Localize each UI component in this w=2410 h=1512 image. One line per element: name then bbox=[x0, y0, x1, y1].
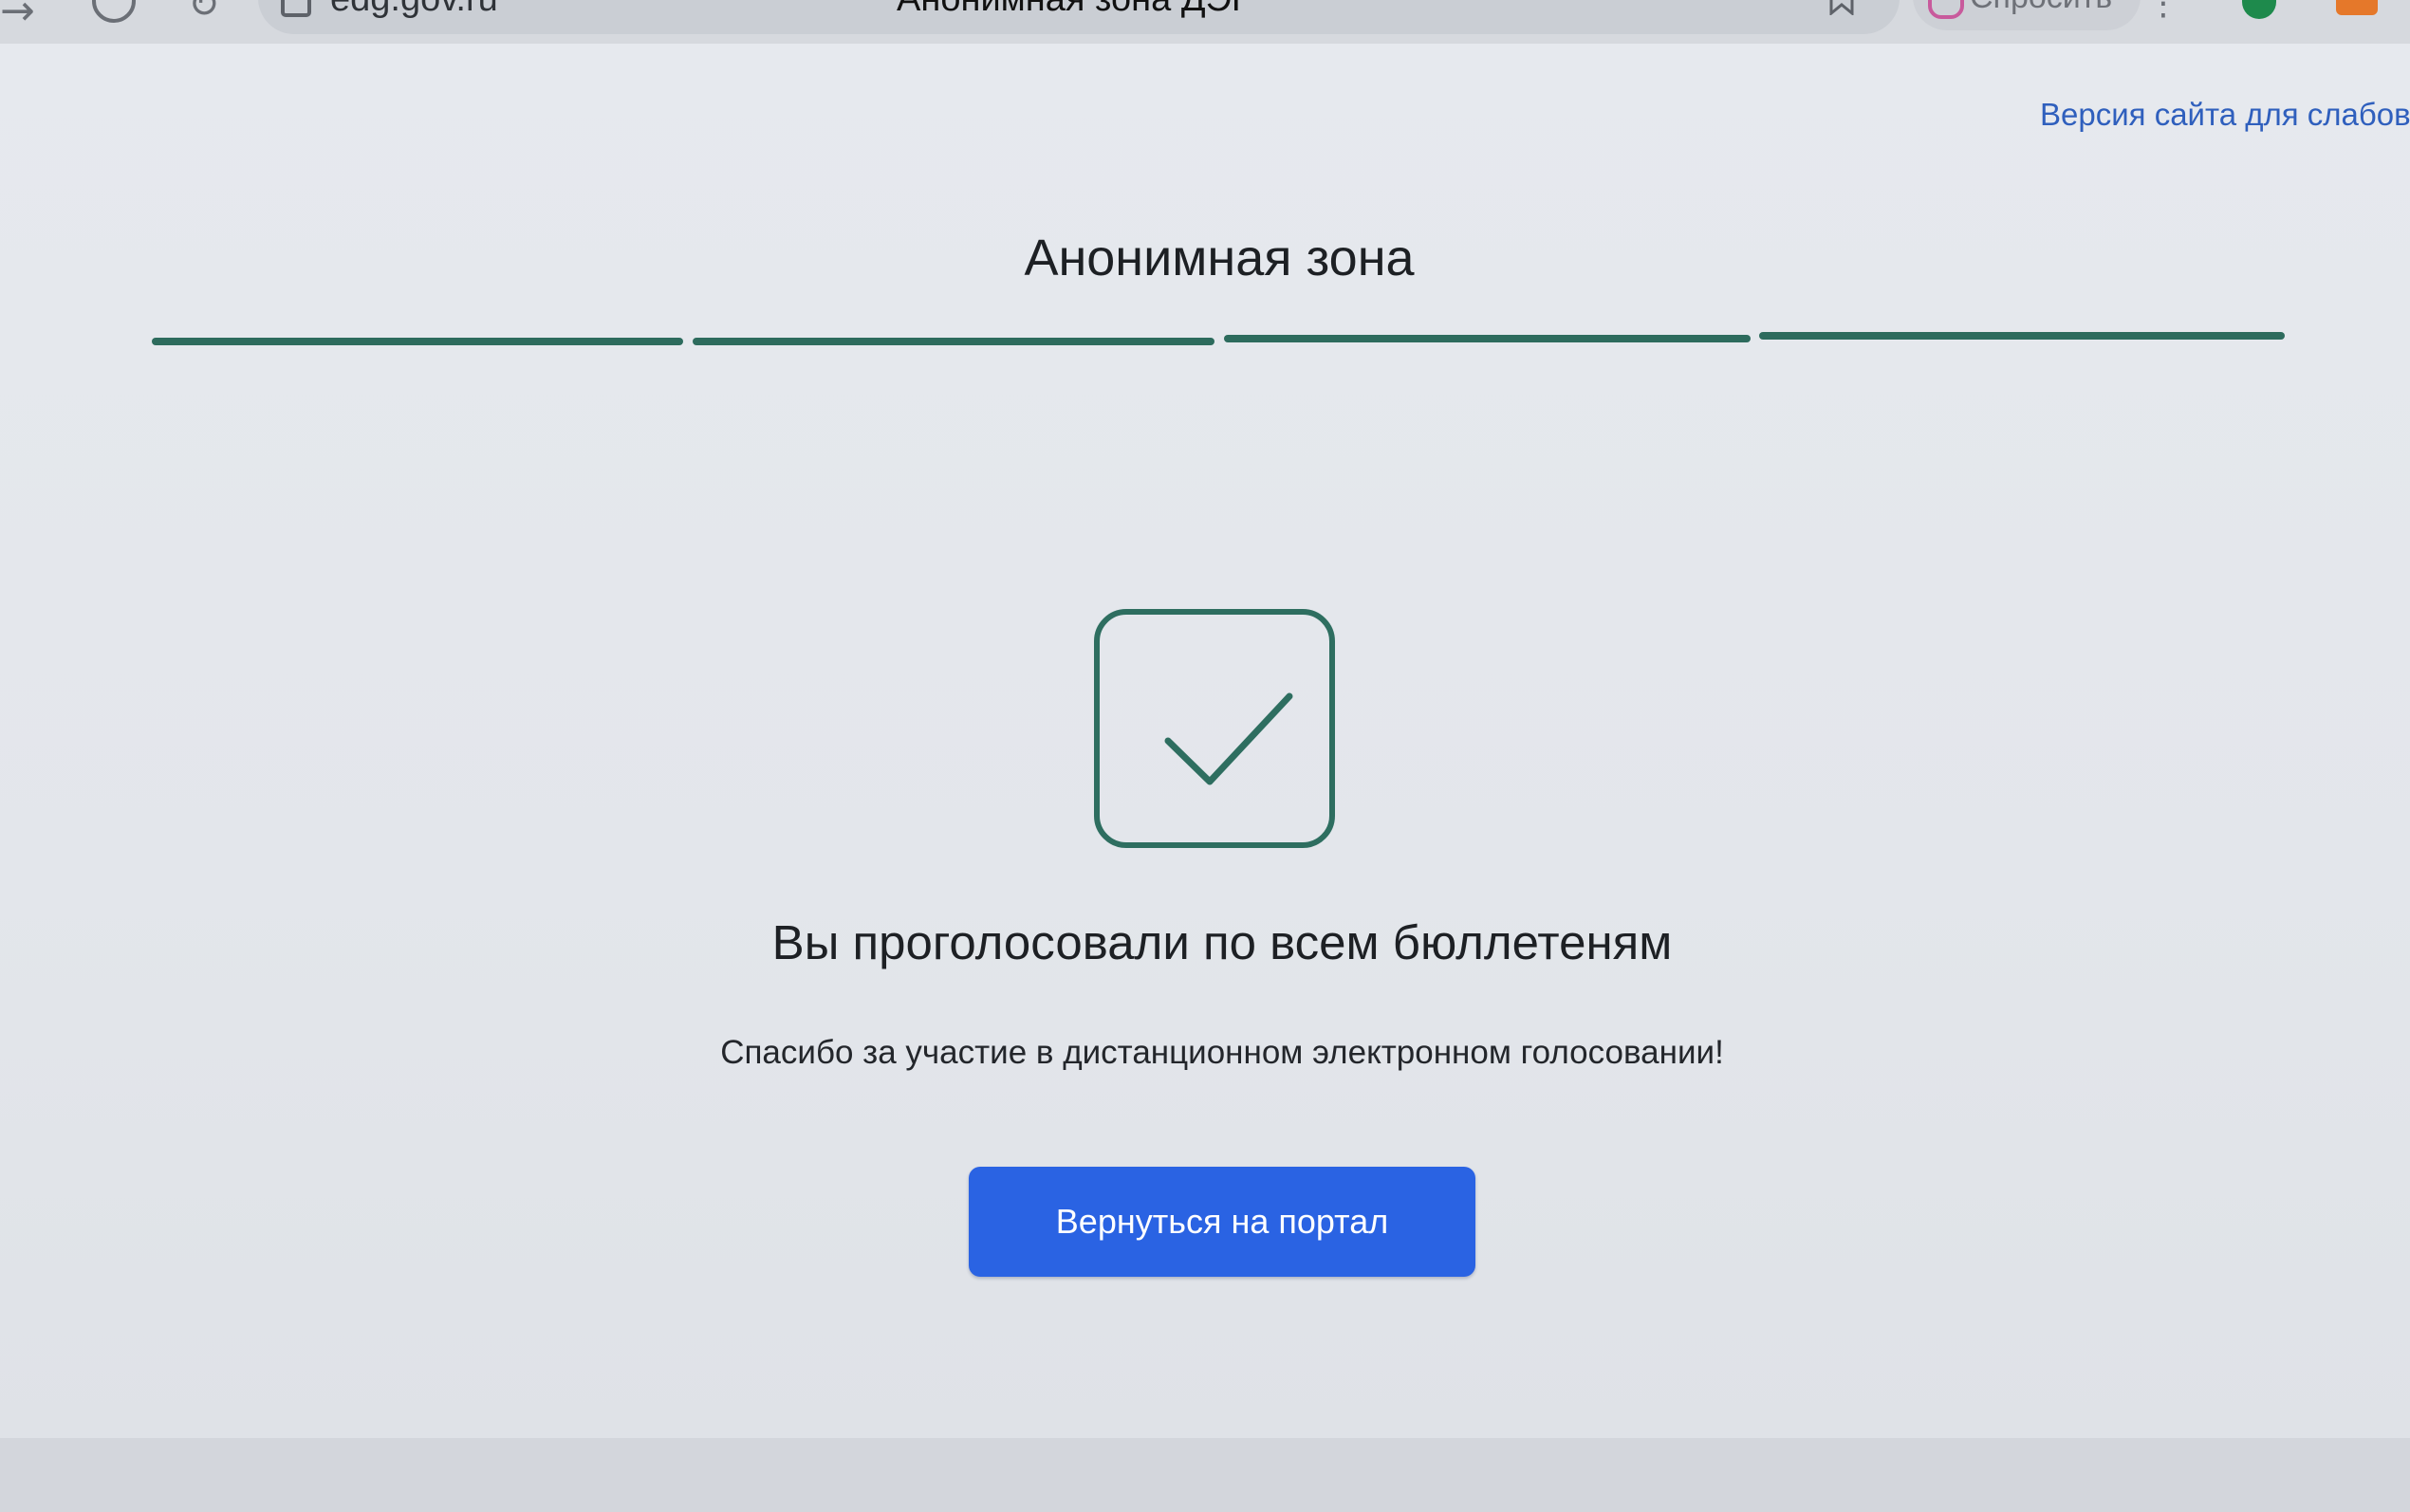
tab-title: Анонимная зона ДЭГ bbox=[897, 0, 1251, 20]
home-icon[interactable] bbox=[92, 0, 136, 23]
progress-step-2 bbox=[693, 338, 1214, 345]
menu-dots-icon[interactable]: ⋮ bbox=[2146, 0, 2180, 23]
lock-icon[interactable] bbox=[281, 0, 311, 17]
forward-arrow-icon[interactable]: → bbox=[0, 0, 35, 35]
shield-icon[interactable] bbox=[2242, 0, 2276, 19]
address-url[interactable]: edg.gov.ru bbox=[330, 0, 498, 20]
bottom-edge bbox=[0, 1438, 2410, 1512]
ask-button-label: Спросить bbox=[1970, 0, 2112, 16]
browser-toolbar: → ↻ edg.gov.ru Анонимная зона ДЭГ Спроси… bbox=[0, 0, 2410, 45]
ask-assistant-icon bbox=[1928, 0, 1964, 19]
accessibility-version-link[interactable]: Версия сайта для слабовидящих bbox=[2040, 97, 2410, 133]
checkmark-icon bbox=[1164, 692, 1293, 785]
return-to-portal-button[interactable]: Вернуться на портал bbox=[969, 1167, 1475, 1277]
result-title: Вы проголосовали по всем бюллетеням bbox=[771, 915, 1673, 969]
bookmark-icon[interactable] bbox=[1828, 0, 1855, 15]
progress-step-4 bbox=[1759, 332, 2285, 340]
page-title: Анонимная зона bbox=[1024, 230, 1415, 286]
reload-icon[interactable]: ↻ bbox=[188, 0, 220, 27]
result-subtitle: Спасибо за участие в дистанционном элект… bbox=[720, 1034, 1724, 1071]
success-status-box bbox=[1094, 609, 1335, 848]
progress-step-1 bbox=[152, 338, 683, 345]
extension-icon[interactable] bbox=[2336, 0, 2378, 15]
progress-step-3 bbox=[1224, 335, 1751, 342]
page-content: Версия сайта для слабовидящих Анонимная … bbox=[0, 44, 2410, 1438]
